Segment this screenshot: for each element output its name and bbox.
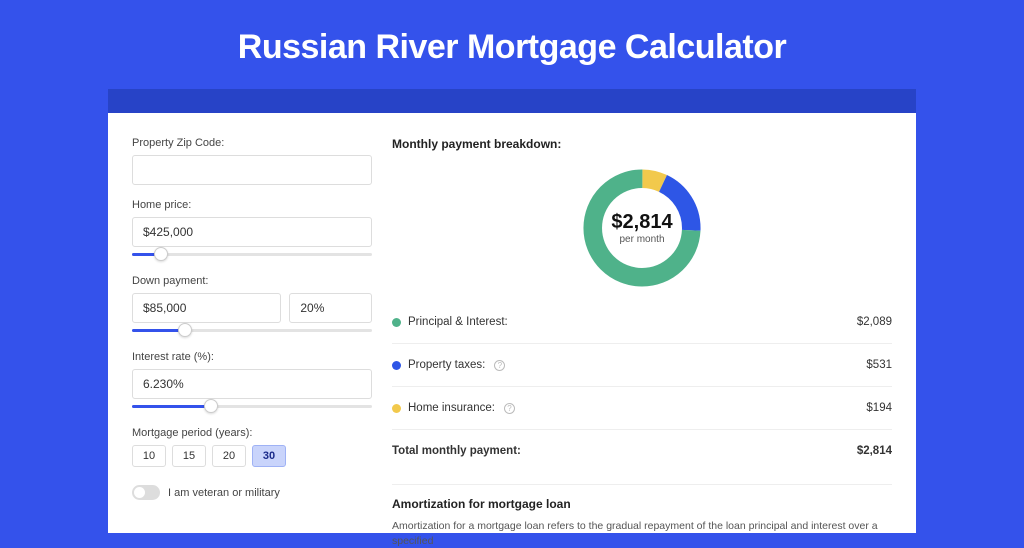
- period-button-10[interactable]: 10: [132, 445, 166, 467]
- amortization-title: Amortization for mortgage loan: [392, 497, 892, 511]
- legend-dot-icon: [392, 318, 401, 327]
- donut-sub: per month: [611, 234, 672, 245]
- amortization-section: Amortization for mortgage loan Amortizat…: [392, 484, 892, 548]
- legend-label: Home insurance:: [408, 402, 495, 414]
- down-payment-amount-input[interactable]: [132, 293, 281, 323]
- interest-field: Interest rate (%):: [132, 351, 372, 413]
- down-payment-slider[interactable]: [132, 325, 372, 337]
- zip-label: Property Zip Code:: [132, 137, 372, 149]
- donut-center: $2,814 per month: [611, 211, 672, 245]
- legend-row-taxes: Property taxes: ? $531: [392, 350, 892, 380]
- breakdown-title: Monthly payment breakdown:: [392, 137, 892, 151]
- amortization-body: Amortization for a mortgage loan refers …: [392, 519, 892, 548]
- period-label: Mortgage period (years):: [132, 427, 372, 439]
- interest-label: Interest rate (%):: [132, 351, 372, 363]
- period-button-30[interactable]: 30: [252, 445, 286, 467]
- divider: [392, 429, 892, 430]
- legend-row-insurance: Home insurance: ? $194: [392, 393, 892, 423]
- home-price-field: Home price:: [132, 199, 372, 261]
- slider-thumb[interactable]: [204, 399, 218, 413]
- veteran-label: I am veteran or military: [168, 487, 280, 499]
- zip-input[interactable]: [132, 155, 372, 185]
- period-field: Mortgage period (years): 10 15 20 30: [132, 427, 372, 467]
- period-button-15[interactable]: 15: [172, 445, 206, 467]
- down-payment-label: Down payment:: [132, 275, 372, 287]
- interest-slider[interactable]: [132, 401, 372, 413]
- legend-amount: $194: [866, 402, 892, 414]
- calculator-card: Property Zip Code: Home price: Down paym…: [108, 113, 916, 533]
- page-title: Russian River Mortgage Calculator: [0, 0, 1024, 89]
- home-price-label: Home price:: [132, 199, 372, 211]
- home-price-slider[interactable]: [132, 249, 372, 261]
- legend-amount: $2,089: [857, 316, 892, 328]
- legend-dot-icon: [392, 361, 401, 370]
- legend-row-principal: Principal & Interest: $2,089: [392, 307, 892, 337]
- slider-thumb[interactable]: [154, 247, 168, 261]
- veteran-row: I am veteran or military: [132, 485, 372, 500]
- info-icon[interactable]: ?: [504, 403, 515, 414]
- period-button-group: 10 15 20 30: [132, 445, 372, 467]
- legend-label: Property taxes:: [408, 359, 485, 371]
- info-icon[interactable]: ?: [494, 360, 505, 371]
- input-panel: Property Zip Code: Home price: Down paym…: [132, 137, 372, 533]
- total-label: Total monthly payment:: [392, 445, 521, 457]
- donut-chart: $2,814 per month: [577, 163, 707, 293]
- interest-input[interactable]: [132, 369, 372, 399]
- period-button-20[interactable]: 20: [212, 445, 246, 467]
- divider: [392, 343, 892, 344]
- slider-thumb[interactable]: [178, 323, 192, 337]
- down-payment-field: Down payment:: [132, 275, 372, 337]
- results-panel: Monthly payment breakdown: $2,814 per mo…: [392, 137, 892, 533]
- legend-row-total: Total monthly payment: $2,814: [392, 436, 892, 466]
- legend-label: Principal & Interest:: [408, 316, 508, 328]
- total-amount: $2,814: [857, 445, 892, 457]
- down-payment-percent-input[interactable]: [289, 293, 372, 323]
- legend-dot-icon: [392, 404, 401, 413]
- donut-chart-wrap: $2,814 per month: [392, 163, 892, 293]
- header-ribbon: [108, 89, 916, 113]
- home-price-input[interactable]: [132, 217, 372, 247]
- donut-amount: $2,814: [611, 211, 672, 234]
- divider: [392, 386, 892, 387]
- legend-amount: $531: [866, 359, 892, 371]
- veteran-toggle[interactable]: [132, 485, 160, 500]
- zip-field: Property Zip Code:: [132, 137, 372, 185]
